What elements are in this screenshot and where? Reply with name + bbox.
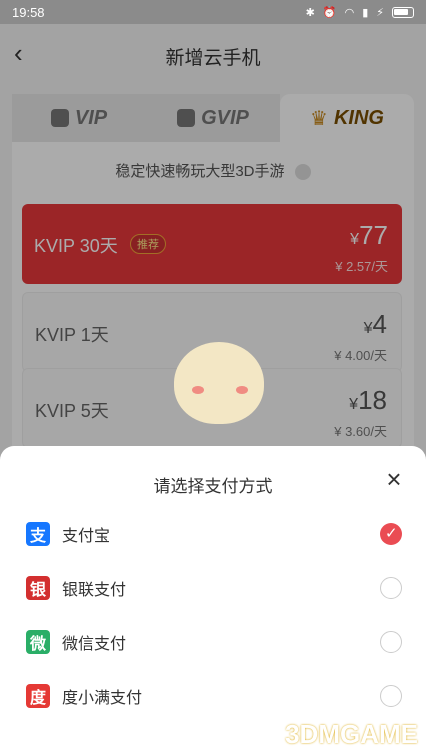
unionpay-icon: 银 [26,576,50,600]
pay-option-alipay[interactable]: 支 支付宝 [26,512,402,556]
bluetooth-icon: ✱ [305,6,315,19]
status-bar: 19:58 ✱ ⏰ ◠ ▮ ⚡ [0,0,426,24]
radio-duxiaoman[interactable] [380,685,402,707]
pay-option-unionpay[interactable]: 银 银联支付 [26,566,402,610]
signal-icon: ▮ [362,6,369,19]
pay-option-duxiaoman[interactable]: 度 度小满支付 [26,674,402,718]
radio-wechat[interactable] [380,631,402,653]
wifi-icon: ◠ [344,6,355,19]
alarm-icon: ⏰ [322,6,337,19]
sheet-title: 请选择支付方式 [153,477,273,496]
mascot-image [164,334,274,428]
pay-option-wechat[interactable]: 微 微信支付 [26,620,402,664]
pay-label: 银联支付 [62,582,127,599]
pay-label: 支付宝 [62,528,111,545]
watermark-logo: 3DMGAME [285,719,418,749]
radio-alipay[interactable] [380,523,402,545]
payment-sheet: 请选择支付方式 × 支 支付宝 银 银联支付 微 微信支付 度 度小满支付 3D… [0,446,426,756]
alipay-icon: 支 [26,522,50,546]
battery-icon [392,6,414,18]
radio-unionpay[interactable] [380,577,402,599]
pay-label: 微信支付 [62,636,127,653]
close-icon[interactable]: × [382,466,406,492]
charging-icon: ⚡ [376,6,384,19]
pay-label: 度小满支付 [62,690,143,707]
wechat-icon: 微 [26,630,50,654]
status-time: 19:58 [12,4,45,20]
duxiaoman-icon: 度 [26,684,50,708]
